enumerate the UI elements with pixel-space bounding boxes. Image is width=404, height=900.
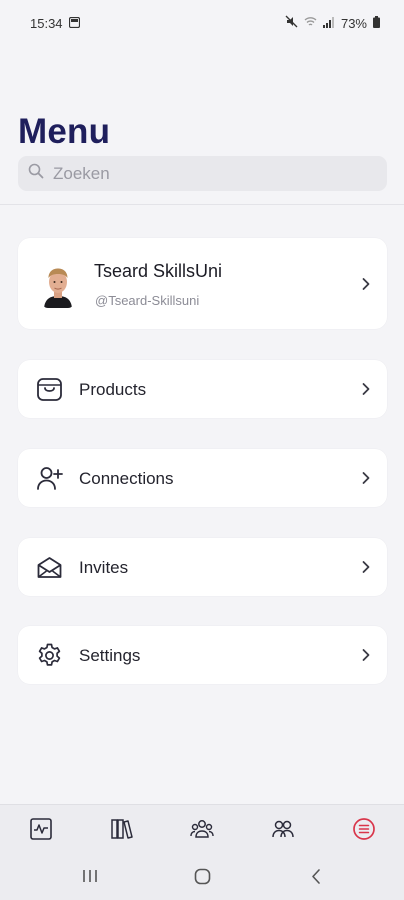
menu-item-products[interactable]: Products	[18, 360, 387, 418]
avatar	[42, 264, 74, 308]
status-left: 15:34	[30, 16, 80, 31]
envelope-icon	[36, 554, 63, 581]
profile-handle: @Tseard-Skillsuni	[95, 293, 200, 308]
shopping-bag-icon	[36, 376, 63, 403]
add-user-icon	[36, 465, 63, 492]
profile-name: Tseard SkillsUni	[94, 261, 223, 281]
chevron-right-icon	[361, 647, 371, 663]
activity-icon[interactable]	[29, 817, 53, 841]
gear-icon	[36, 642, 63, 669]
status-time: 15:34	[30, 15, 63, 31]
recent-apps-icon[interactable]	[82, 868, 98, 889]
menu-item-label: Connections	[79, 469, 174, 488]
system-nav-bar	[0, 852, 404, 900]
status-right: 73%	[285, 15, 380, 31]
community-icon[interactable]	[190, 817, 214, 841]
battery-icon	[373, 15, 380, 31]
home-icon[interactable]	[194, 868, 211, 890]
bottom-tab-bar	[0, 804, 404, 852]
library-icon[interactable]	[110, 817, 134, 841]
menu-item-label: Products	[79, 380, 147, 399]
wifi-icon	[304, 16, 317, 31]
menu-item-label: Invites	[79, 558, 129, 577]
status-bar: 15:34 73%	[0, 0, 404, 46]
search-bar[interactable]	[18, 156, 387, 191]
battery-percent: 73%	[340, 15, 367, 31]
menu-item-connections[interactable]: Connections	[18, 449, 387, 507]
page-title: Menu	[18, 112, 111, 151]
search-input[interactable]	[53, 163, 353, 184]
gallery-notification-icon	[68, 16, 80, 31]
profile-card[interactable]: Tseard SkillsUni @Tseard-Skillsuni	[18, 238, 387, 329]
chevron-right-icon	[361, 559, 371, 575]
menu-item-invites[interactable]: Invites	[18, 538, 387, 596]
signal-icon	[322, 16, 335, 31]
chevron-right-icon	[361, 381, 371, 397]
chevron-right-icon	[361, 470, 371, 486]
back-icon[interactable]	[310, 868, 322, 890]
menu-item-label: Settings	[79, 646, 141, 665]
search-icon	[28, 163, 44, 184]
header-divider	[0, 204, 404, 205]
chevron-right-icon	[361, 276, 371, 292]
menu-list-icon[interactable]	[352, 817, 376, 841]
mute-icon	[285, 15, 298, 31]
people-icon[interactable]	[271, 817, 295, 841]
menu-item-settings[interactable]: Settings	[18, 626, 387, 684]
